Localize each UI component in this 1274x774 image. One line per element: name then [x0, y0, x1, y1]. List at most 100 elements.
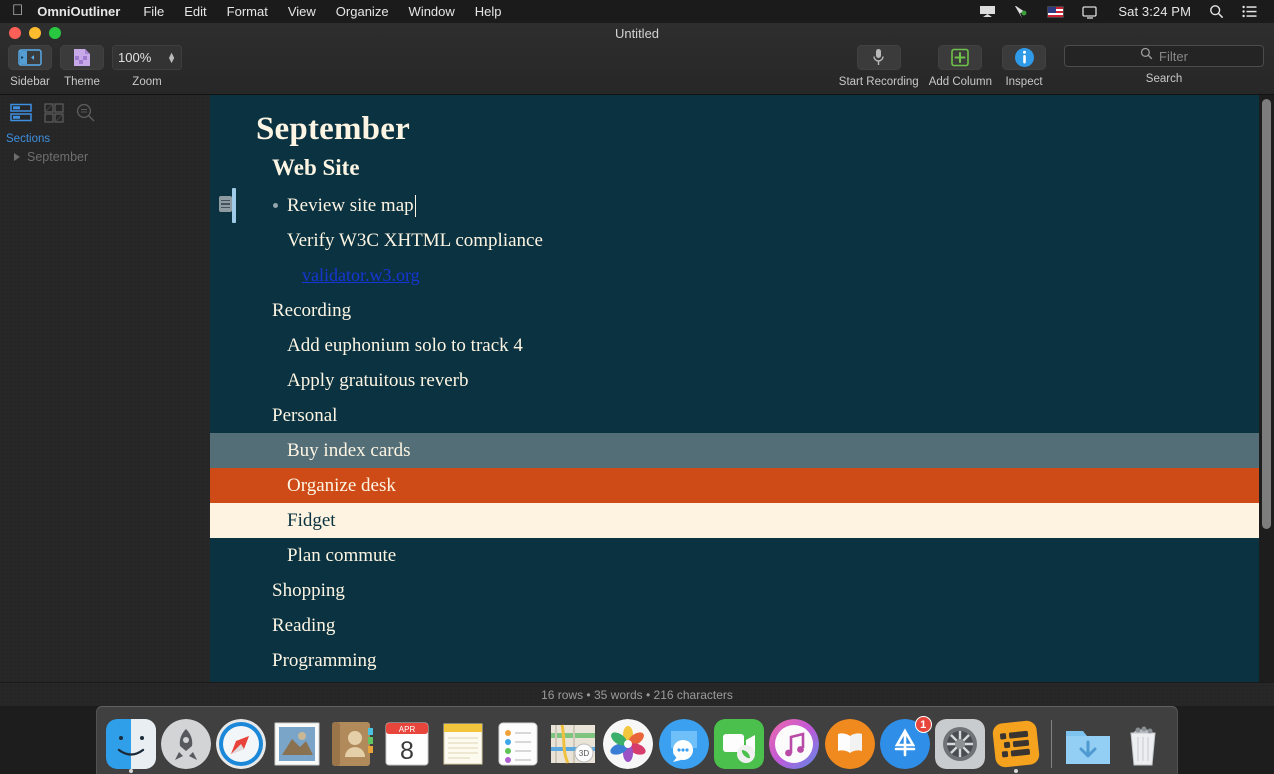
row-text: Buy index cards [287, 440, 410, 462]
sidebar-item-september[interactable]: September [0, 147, 210, 167]
outline-row[interactable]: Shopping [210, 573, 1274, 608]
sidebar-panel-icon [8, 45, 52, 70]
itunes-icon [769, 719, 819, 769]
zoom-stepper[interactable]: 100% ▲ ▼ Zoom [112, 45, 182, 88]
outline-row[interactable]: Plan commute [210, 538, 1274, 573]
sidebar-tab-bar [0, 95, 210, 128]
notification-badge: 1 [915, 716, 932, 733]
row-handle-icon[interactable] [219, 196, 232, 212]
outline-row[interactable]: Recording [210, 293, 1274, 328]
spotlight-search-icon[interactable] [1200, 4, 1233, 19]
row-text: Plan commute [287, 545, 396, 567]
outline-row-highlighted[interactable]: Buy index cards [210, 433, 1274, 468]
search-input[interactable]: Filter [1064, 45, 1264, 67]
outline-row-highlighted[interactable]: Organize desk [210, 468, 1274, 503]
stepper-icon[interactable]: ▲ ▼ [167, 53, 176, 63]
menu-item-window[interactable]: Window [399, 0, 465, 23]
row-text: Verify W3C XHTML compliance [287, 230, 543, 252]
outline-row[interactable]: Apply gratuitous reverb [210, 363, 1274, 398]
menu-item-help[interactable]: Help [465, 0, 512, 23]
menu-bar-clock[interactable]: Sat 3:24 PM [1109, 0, 1200, 23]
dock-item-mail[interactable] [270, 717, 323, 771]
outline-row[interactable]: Reading [210, 608, 1274, 643]
outline-row-selected[interactable]: Review site map [210, 188, 1274, 223]
row-text: Reading [272, 615, 335, 637]
dock-item-finder[interactable] [104, 717, 157, 771]
row-text: Programming [272, 650, 377, 672]
stepper-down-icon[interactable]: ▼ [167, 58, 176, 63]
dock-item-omnioutliner[interactable] [989, 717, 1042, 771]
search-magnifier-icon[interactable] [76, 103, 96, 128]
inspect-button[interactable]: Inspect [1002, 45, 1046, 88]
dock-item-safari[interactable] [215, 717, 268, 771]
running-indicator [1014, 769, 1018, 773]
dock-item-app-store[interactable]: 1 [878, 717, 931, 771]
row-text: Shopping [272, 580, 345, 602]
dock-item-notes[interactable] [436, 717, 489, 771]
contents-grid-icon[interactable] [44, 103, 64, 128]
row-text: Add euphonium solo to track 4 [287, 335, 523, 357]
outline-row[interactable]: Personal [210, 398, 1274, 433]
dock-item-itunes[interactable] [768, 717, 821, 771]
safari-icon [216, 719, 266, 769]
display-icon[interactable] [1073, 5, 1109, 19]
theme-swatch-icon [60, 45, 104, 70]
outline-row[interactable]: Web Site [210, 148, 1274, 188]
toolbar-left-group: Sidebar Theme 100% ▲ ▼ [8, 45, 182, 88]
search-placeholder: Filter [1159, 49, 1188, 64]
vertical-scrollbar[interactable] [1259, 95, 1274, 706]
dock-item-calendar[interactable]: APR8 [381, 717, 434, 771]
dock-item-messages[interactable] [657, 717, 710, 771]
row-text: Web Site [272, 155, 360, 181]
sidebar-toggle-button[interactable]: Sidebar [8, 45, 52, 88]
dock-item-maps[interactable]: 3D [547, 717, 600, 771]
dock-item-system-preferences[interactable] [934, 717, 987, 771]
photos-icon [603, 719, 653, 769]
desktop-screen:  OmniOutliner File Edit Format View Org… [0, 0, 1274, 774]
row-text: Review site map [287, 195, 414, 217]
outline-row-link[interactable]: validator.w3.org [210, 258, 1274, 293]
menu-item-organize[interactable]: Organize [326, 0, 399, 23]
row-link[interactable]: validator.w3.org [302, 265, 420, 286]
menu-item-file[interactable]: File [133, 0, 174, 23]
menu-item-format[interactable]: Format [217, 0, 278, 23]
add-column-button[interactable]: Add Column [929, 45, 992, 88]
us-flag-icon[interactable] [1038, 6, 1073, 18]
menu-item-view[interactable]: View [278, 0, 326, 23]
sidebar-section-header: Sections [0, 128, 210, 147]
dock-item-reminders[interactable] [491, 717, 544, 771]
outline-view-icon[interactable] [10, 103, 32, 128]
outline-row[interactable]: Programming [210, 643, 1274, 678]
outline-row-highlighted[interactable]: Fidget [210, 503, 1274, 538]
dock-separator [1051, 720, 1052, 768]
bluetooth-cursor-icon[interactable] [1005, 5, 1038, 19]
dock-item-facetime[interactable] [712, 717, 765, 771]
menu-item-edit[interactable]: Edit [174, 0, 216, 23]
window-content: Sections September September Web Site Re… [0, 95, 1274, 706]
menu-bar-left:  OmniOutliner File Edit Format View Org… [0, 0, 512, 23]
document-title[interactable]: September [210, 95, 1274, 148]
reminders-icon [493, 719, 543, 769]
dock-item-contacts[interactable] [325, 717, 378, 771]
dock-item-launchpad[interactable] [159, 717, 212, 771]
dock-item-trash[interactable] [1117, 717, 1170, 771]
airplay-icon[interactable] [970, 5, 1005, 19]
search-label: Search [1146, 73, 1182, 85]
chevron-right-icon[interactable] [14, 153, 20, 161]
zoom-field[interactable]: 100% ▲ ▼ [112, 45, 182, 70]
dock-item-ibooks[interactable] [823, 717, 876, 771]
outline-row[interactable]: Add euphonium solo to track 4 [210, 328, 1274, 363]
outline-row[interactable]: Verify W3C XHTML compliance [210, 223, 1274, 258]
notification-center-icon[interactable] [1233, 5, 1266, 18]
status-bar: 16 rows • 35 words • 216 characters [0, 682, 1274, 706]
zoom-value: 100% [118, 50, 151, 65]
start-recording-button[interactable]: Start Recording [839, 45, 919, 88]
dock-item-downloads-folder[interactable] [1061, 717, 1114, 771]
outline-document-area[interactable]: September Web Site Review site map Verif… [210, 95, 1274, 706]
scrollbar-thumb[interactable] [1262, 99, 1271, 529]
menu-app-name[interactable]: OmniOutliner [37, 0, 133, 23]
apple-logo-icon[interactable]:  [12, 3, 23, 18]
theme-button[interactable]: Theme [60, 45, 104, 88]
dock-item-photos[interactable] [602, 717, 655, 771]
contacts-icon [327, 719, 377, 769]
